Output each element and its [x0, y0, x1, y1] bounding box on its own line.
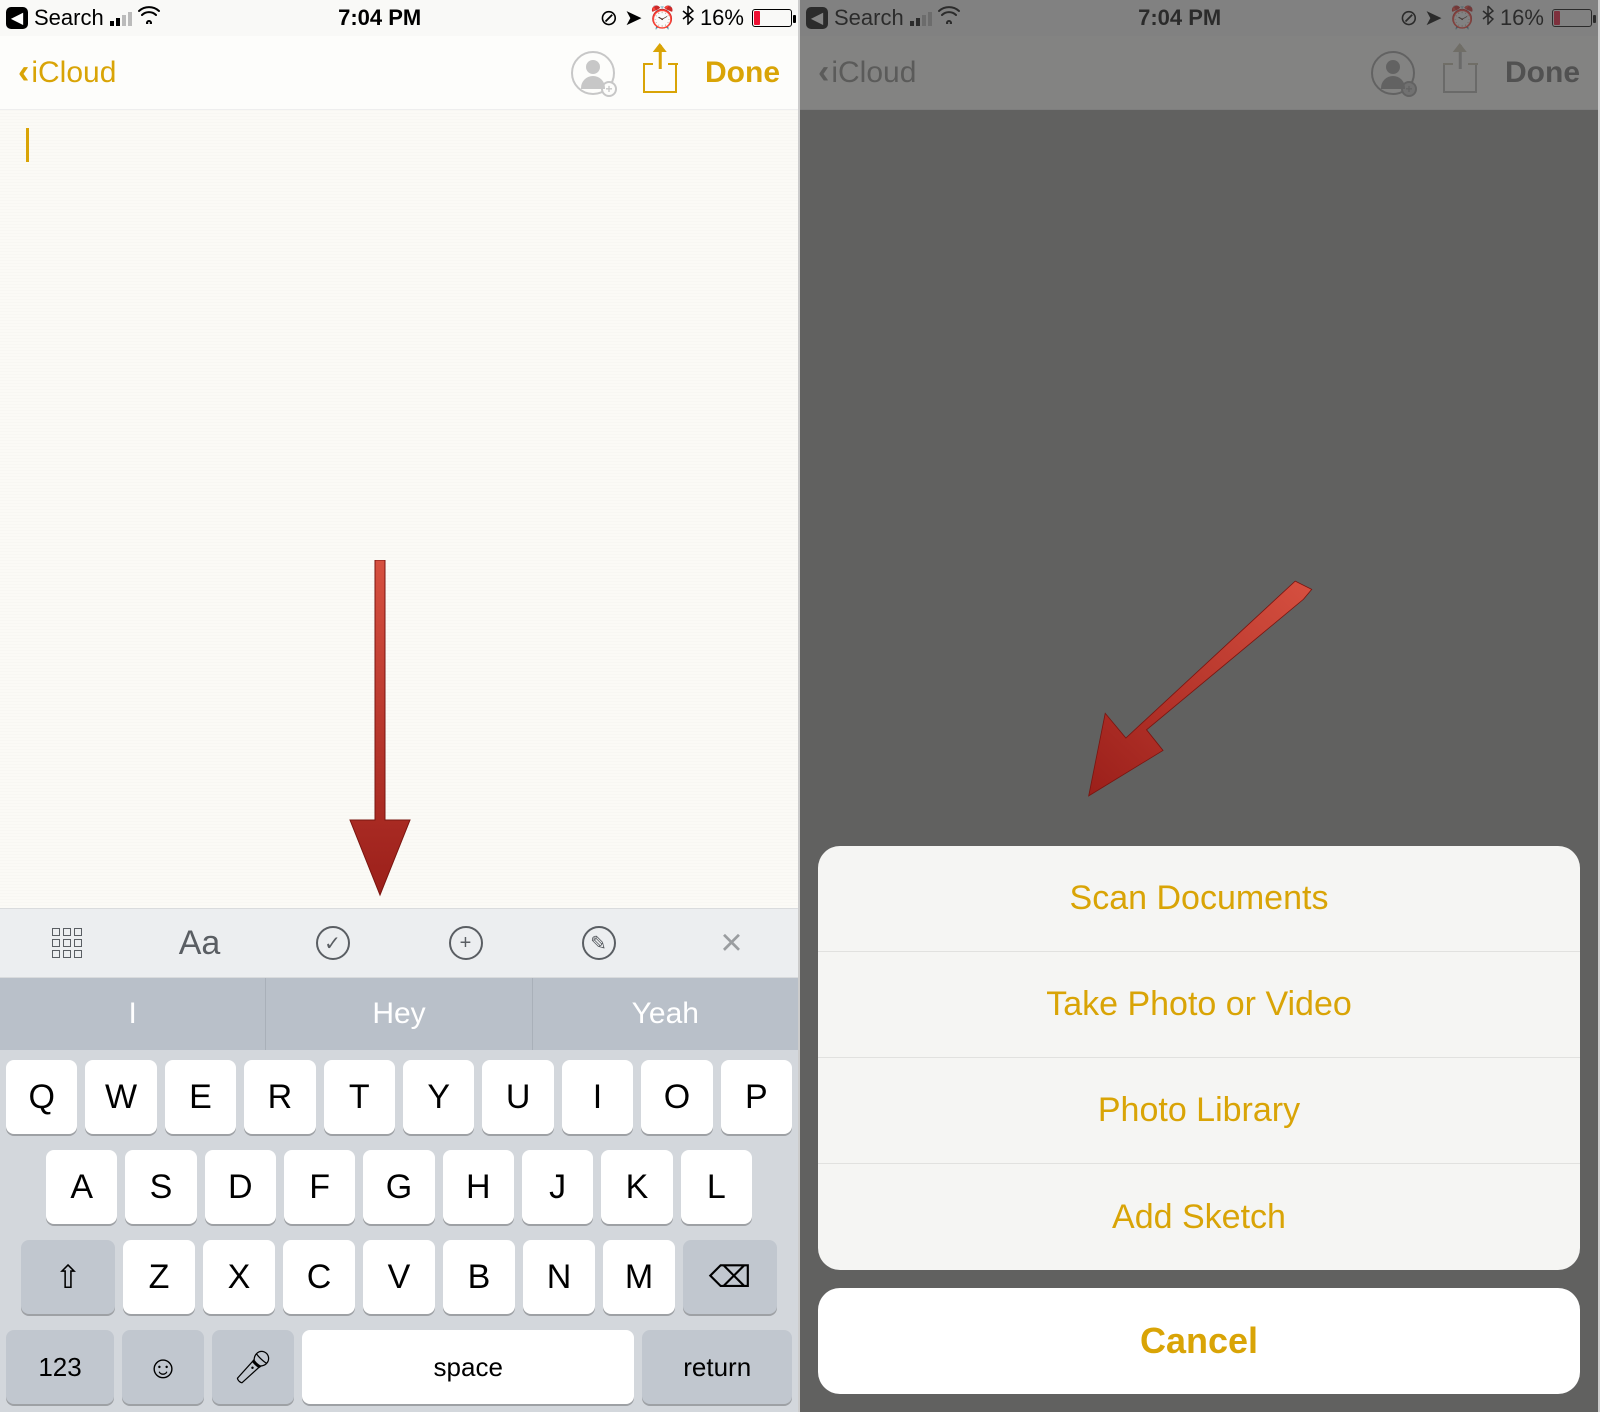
key-emoji[interactable]: ☺	[122, 1330, 204, 1404]
key-return[interactable]: return	[642, 1330, 792, 1404]
key-v[interactable]: V	[363, 1240, 435, 1314]
battery-icon	[750, 9, 792, 27]
action-sheet: Scan Documents Take Photo or Video Photo…	[818, 846, 1580, 1394]
key-e[interactable]: E	[165, 1060, 236, 1134]
key-space[interactable]: space	[302, 1330, 634, 1404]
key-n[interactable]: N	[523, 1240, 595, 1314]
suggestion-2[interactable]: Yeah	[533, 978, 798, 1050]
key-h[interactable]: H	[443, 1150, 514, 1224]
back-to-app-label[interactable]: Search	[34, 5, 104, 31]
keyboard: Q W E R T Y U I O P A S D F G H J K L ⇧ …	[0, 1050, 798, 1412]
key-numbers[interactable]: 123	[6, 1330, 114, 1404]
backspace-icon: ⌫	[709, 1260, 751, 1295]
back-label: iCloud	[31, 56, 116, 90]
status-bar: ◀ Search 7:04 PM ⊘ ➤ ⏰ 16%	[0, 0, 798, 36]
share-collaborate-icon[interactable]: +	[571, 51, 615, 95]
lock-rotation-icon: ⊘	[600, 5, 618, 31]
format-toolbar: Aa ✓ + ✎ ×	[0, 908, 798, 978]
suggestion-bar: I Hey Yeah	[0, 978, 798, 1050]
back-button[interactable]: ‹ iCloud	[18, 53, 116, 92]
key-l[interactable]: L	[681, 1150, 752, 1224]
key-dictation[interactable]: 🎤︎	[212, 1330, 294, 1404]
key-g[interactable]: G	[363, 1150, 434, 1224]
key-s[interactable]: S	[125, 1150, 196, 1224]
markup-button[interactable]: ✎	[569, 918, 629, 968]
battery-pct: 16%	[700, 5, 744, 31]
action-photo-library[interactable]: Photo Library	[818, 1058, 1580, 1164]
mic-icon: 🎤︎	[233, 1348, 274, 1386]
action-sheet-options: Scan Documents Take Photo or Video Photo…	[818, 846, 1580, 1270]
wifi-icon	[138, 6, 160, 30]
emoji-icon: ☺	[147, 1349, 180, 1386]
key-y[interactable]: Y	[403, 1060, 474, 1134]
key-z[interactable]: Z	[123, 1240, 195, 1314]
key-a[interactable]: A	[46, 1150, 117, 1224]
action-cancel[interactable]: Cancel	[818, 1288, 1580, 1394]
suggestion-0[interactable]: I	[0, 978, 266, 1050]
key-m[interactable]: M	[603, 1240, 675, 1314]
nav-bar: ‹ iCloud + Done	[0, 36, 798, 110]
phone-right: ◀ Search 7:04 PM ⊘ ➤ ⏰ 16% ‹ iCloud +	[800, 0, 1600, 1412]
checklist-button[interactable]: ✓	[303, 918, 363, 968]
key-f[interactable]: F	[284, 1150, 355, 1224]
action-take-photo-video[interactable]: Take Photo or Video	[818, 952, 1580, 1058]
key-d[interactable]: D	[205, 1150, 276, 1224]
text-cursor	[26, 128, 29, 162]
share-icon[interactable]	[643, 53, 677, 93]
key-w[interactable]: W	[85, 1060, 156, 1134]
key-q[interactable]: Q	[6, 1060, 77, 1134]
key-u[interactable]: U	[482, 1060, 553, 1134]
back-to-app-icon[interactable]: ◀	[6, 7, 28, 29]
key-j[interactable]: J	[522, 1150, 593, 1224]
action-scan-documents[interactable]: Scan Documents	[818, 846, 1580, 952]
note-editor[interactable]	[0, 110, 798, 908]
chevron-left-icon: ‹	[18, 53, 29, 92]
table-button[interactable]	[37, 918, 97, 968]
key-i[interactable]: I	[562, 1060, 633, 1134]
phone-left: ◀ Search 7:04 PM ⊘ ➤ ⏰ 16% ‹ iCloud +	[0, 0, 800, 1412]
key-shift[interactable]: ⇧	[21, 1240, 115, 1314]
text-style-button[interactable]: Aa	[170, 918, 230, 968]
key-p[interactable]: P	[721, 1060, 792, 1134]
annotation-arrow-down	[340, 560, 420, 905]
suggestion-1[interactable]: Hey	[266, 978, 532, 1050]
alarm-icon: ⏰	[649, 5, 676, 31]
shift-icon: ⇧	[55, 1258, 82, 1296]
add-attachment-button[interactable]: +	[436, 918, 496, 968]
cell-signal-icon	[110, 10, 132, 26]
bluetooth-icon	[682, 5, 694, 31]
done-button[interactable]: Done	[705, 56, 780, 90]
key-r[interactable]: R	[244, 1060, 315, 1134]
status-time: 7:04 PM	[338, 5, 421, 31]
key-b[interactable]: B	[443, 1240, 515, 1314]
key-backspace[interactable]: ⌫	[683, 1240, 777, 1314]
key-x[interactable]: X	[203, 1240, 275, 1314]
location-icon: ➤	[624, 5, 642, 31]
close-toolbar-button[interactable]: ×	[702, 918, 762, 968]
key-t[interactable]: T	[324, 1060, 395, 1134]
action-add-sketch[interactable]: Add Sketch	[818, 1164, 1580, 1270]
key-c[interactable]: C	[283, 1240, 355, 1314]
key-o[interactable]: O	[641, 1060, 712, 1134]
key-k[interactable]: K	[601, 1150, 672, 1224]
